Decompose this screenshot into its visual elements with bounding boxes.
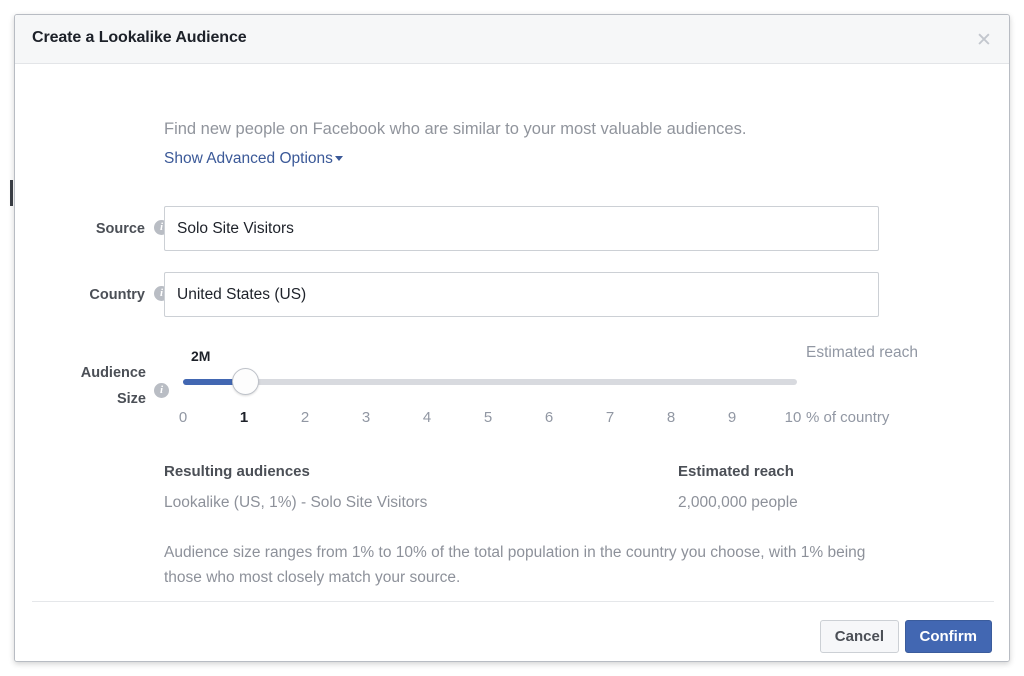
close-icon[interactable]: ✕ (971, 27, 997, 53)
slider-tick-10[interactable]: 10 (778, 409, 808, 426)
dialog-header: Create a Lookalike Audience ✕ (15, 15, 1009, 64)
slider-tick-9[interactable]: 9 (717, 409, 747, 426)
source-label: Source (45, 221, 145, 237)
slider-tick-3[interactable]: 3 (351, 409, 381, 426)
dialog-title: Create a Lookalike Audience (32, 29, 247, 47)
slider-tick-4[interactable]: 4 (412, 409, 442, 426)
audience-size-help-text: Audience size ranges from 1% to 10% of t… (164, 540, 894, 590)
dialog-footer: Cancel Confirm (15, 602, 1009, 662)
estimated-reach-top-label: Estimated reach (806, 344, 918, 362)
audience-size-label-line1: Audience (31, 365, 146, 381)
slider-tick-7[interactable]: 7 (595, 409, 625, 426)
intro-description: Find new people on Facebook who are simi… (164, 120, 746, 139)
background-page-edge (10, 180, 13, 206)
chevron-down-icon (335, 156, 343, 161)
audience-size-label-line2: Size (31, 391, 146, 407)
resulting-audiences-value: Lookalike (US, 1%) - Solo Site Visitors (164, 494, 427, 512)
audience-size-slider-track[interactable] (183, 379, 797, 385)
country-input[interactable] (164, 272, 879, 317)
slider-tick-1[interactable]: 1 (229, 409, 259, 426)
estimated-reach-value: 2,000,000 people (678, 494, 798, 512)
cancel-button[interactable]: Cancel (820, 620, 899, 653)
create-lookalike-audience-dialog: Create a Lookalike Audience ✕ Find new p… (14, 14, 1010, 662)
slider-value-label: 2M (191, 348, 210, 364)
source-input[interactable] (164, 206, 879, 251)
confirm-button[interactable]: Confirm (905, 620, 993, 653)
country-label: Country (45, 287, 145, 303)
dialog-body: Find new people on Facebook who are simi… (15, 64, 1009, 601)
slider-tick-6[interactable]: 6 (534, 409, 564, 426)
slider-tick-5[interactable]: 5 (473, 409, 503, 426)
resulting-audiences-header: Resulting audiences (164, 463, 310, 480)
slider-tick-2[interactable]: 2 (290, 409, 320, 426)
slider-tick-0[interactable]: 0 (168, 409, 198, 426)
screen: Create a Lookalike Audience ✕ Find new p… (0, 0, 1024, 676)
audience-size-slider-thumb[interactable] (232, 368, 259, 395)
show-advanced-options-link[interactable]: Show Advanced Options (164, 150, 343, 168)
show-advanced-options-label: Show Advanced Options (164, 150, 333, 167)
estimated-reach-header: Estimated reach (678, 463, 794, 480)
slider-tick-8[interactable]: 8 (656, 409, 686, 426)
audience-size-info-icon[interactable]: i (154, 383, 169, 398)
slider-unit-label: % of country (806, 409, 889, 426)
